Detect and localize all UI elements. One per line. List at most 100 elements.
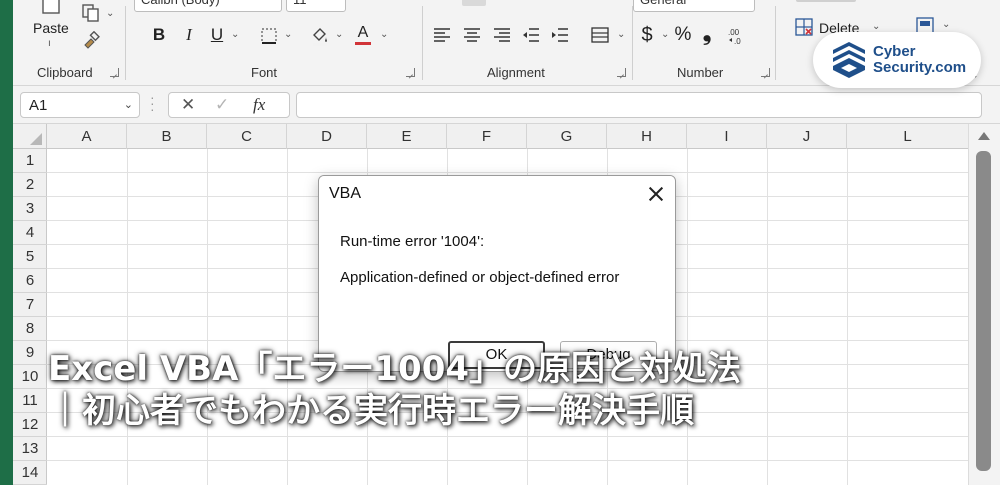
decrease-indent-icon [523,28,539,42]
column-header-a[interactable]: A [47,124,127,149]
clipboard-group-label: Clipboard [37,65,93,80]
merge-chevron-down-icon[interactable]: ⌄ [617,29,625,40]
paint-bucket-icon [313,28,327,46]
borders-chevron-down-icon[interactable]: ⌄ [284,29,292,40]
align-right-button[interactable] [491,25,513,45]
error-code-text: Run-time error '1004': [340,233,485,250]
formula-input[interactable] [296,92,982,118]
top-align-button[interactable] [462,0,486,6]
insert-function-icon[interactable]: fx [253,95,265,115]
paste-button[interactable] [37,0,65,16]
row-header-5[interactable]: 5 [13,245,47,269]
scroll-thumb[interactable] [976,151,991,471]
percent-button[interactable]: % [672,23,694,47]
borders-button[interactable] [258,25,280,47]
column-header-b[interactable]: B [127,124,207,149]
currency-chevron-down-icon[interactable]: ⌄ [661,29,669,40]
vertical-scrollbar[interactable] [968,124,1000,485]
increase-indent-icon [552,28,568,42]
font-name-box[interactable]: Calibri (Body) [134,0,282,12]
logo-line-2: Security.com [873,59,967,76]
increase-decimal-button[interactable]: .00 .0 [727,25,751,47]
alignment-group: ⌄ Alignment [423,0,631,86]
clipboard-group: Paste ı ⌄ Clipboard [13,0,123,86]
row-header-6[interactable]: 6 [13,269,47,293]
number-format-box[interactable]: General [633,0,755,12]
wrap-merge-button[interactable] [589,24,611,46]
name-box[interactable]: A1 ⌄ [20,92,140,118]
italic-button[interactable]: I [179,24,199,46]
gridline [767,149,768,485]
dialog-title-bar: VBA [319,176,675,213]
delete-cells-button[interactable] [794,17,814,37]
alignment-launcher-icon[interactable] [617,68,626,77]
align-center-icon [464,28,480,42]
underline-chevron-down-icon[interactable]: ⌄ [231,29,239,40]
column-header-c[interactable]: C [207,124,287,149]
number-launcher-icon[interactable] [761,68,770,77]
increase-indent-button[interactable] [549,25,571,45]
formula-bar-grip-icon[interactable]: · · · [150,90,155,116]
fill-color-chevron-down-icon[interactable]: ⌄ [335,29,343,40]
gridline [47,172,968,173]
column-header-i[interactable]: I [687,124,767,149]
format-painter-icon [84,31,100,49]
cybersecurity-logo: Cyber Security.com [813,32,981,88]
column-header-f[interactable]: F [447,124,527,149]
align-left-button[interactable] [431,25,453,45]
close-icon[interactable] [645,183,667,205]
format-painter-button[interactable] [80,30,102,50]
alignment-group-label: Alignment [487,65,545,80]
font-color-button[interactable]: A [352,23,374,47]
clipboard-launcher-icon[interactable] [110,68,119,77]
underline-button[interactable]: U [207,24,227,46]
fill-color-button[interactable] [309,25,331,47]
row-header-9[interactable]: 9 [13,341,47,365]
formula-bar: A1 ⌄ · · · ✕ ✓ fx [13,86,1000,124]
insert-button[interactable] [796,0,856,2]
column-header-j[interactable]: J [767,124,847,149]
row-header-1[interactable]: 1 [13,149,47,173]
gridline [687,149,688,485]
font-launcher-icon[interactable] [406,68,415,77]
row-header-12[interactable]: 12 [13,413,47,437]
comma-style-button[interactable]: ❟ [699,20,715,45]
row-header-4[interactable]: 4 [13,221,47,245]
align-center-button[interactable] [461,25,483,45]
headline-line-2: ｜初心者でもわかる実行時エラー解決手順 [48,391,694,431]
column-header-l[interactable]: L [847,124,968,149]
scroll-up-arrow-icon[interactable] [978,132,990,140]
column-header-g[interactable]: G [527,124,607,149]
confirm-entry-icon[interactable]: ✓ [215,95,229,115]
bold-button[interactable]: B [149,24,169,46]
delete-chevron-down-icon[interactable]: ⌄ [872,21,880,32]
row-header-13[interactable]: 13 [13,437,47,461]
select-all-corner[interactable] [13,124,47,149]
number-group: General $ ⌄ % ❟ .00 .0 Number [633,0,773,86]
copy-chevron-down-icon[interactable]: ⌄ [106,8,114,19]
row-header-3[interactable]: 3 [13,197,47,221]
font-group: Calibri (Body) 11 B I U ⌄ ⌄ ⌄ [126,0,421,86]
row-header-14[interactable]: 14 [13,461,47,485]
row-header-2[interactable]: 2 [13,173,47,197]
font-color-chevron-down-icon[interactable]: ⌄ [380,29,388,40]
paste-dropdown-chevron-icon[interactable]: ı [48,38,51,49]
copy-button[interactable] [80,3,102,23]
row-header-7[interactable]: 7 [13,293,47,317]
font-group-label: Font [251,65,278,80]
column-header-h[interactable]: H [607,124,687,149]
row-header-8[interactable]: 8 [13,317,47,341]
currency-button[interactable]: $ [638,23,656,47]
row-header-11[interactable]: 11 [13,389,47,413]
decrease-indent-button[interactable] [520,25,542,45]
logo-line-1: Cyber [873,43,916,60]
name-box-chevron-down-icon[interactable]: ⌄ [124,98,133,111]
cancel-entry-icon[interactable]: ✕ [181,95,195,115]
format-chevron-down-icon[interactable]: ⌄ [942,19,950,30]
column-header-e[interactable]: E [367,124,447,149]
font-size-box[interactable]: 11 [286,0,346,12]
font-color-swatch [355,42,371,45]
row-header-10[interactable]: 10 [13,365,47,389]
name-box-value: A1 [29,97,48,114]
column-header-d[interactable]: D [287,124,367,149]
